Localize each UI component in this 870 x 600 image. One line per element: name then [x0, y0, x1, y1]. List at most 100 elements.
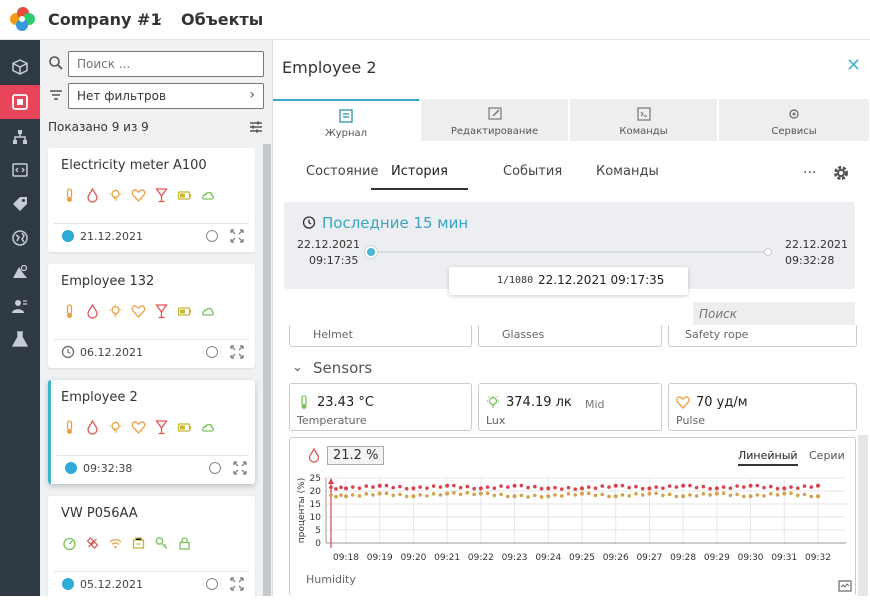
fullscreen-icon[interactable]	[229, 576, 245, 592]
data-point	[371, 485, 375, 489]
glasses-tile[interactable]: Glasses	[478, 325, 662, 347]
app-logo[interactable]	[8, 6, 36, 32]
data-point	[512, 494, 517, 499]
y-tick-label: 25	[310, 474, 321, 484]
sensors-group-header[interactable]: ⌄ Sensors	[292, 359, 372, 377]
hierarchy-icon[interactable]	[0, 120, 40, 154]
list-item[interactable]: Employee 2 09:32:38	[48, 380, 255, 484]
locate-icon[interactable]	[206, 230, 218, 242]
tab-edit[interactable]: Редактирование	[421, 99, 569, 141]
users-icon[interactable]	[0, 289, 40, 323]
top-bar: Company #1 ⌄ Объекты	[0, 0, 870, 40]
data-point	[526, 495, 530, 499]
satellite-icon	[85, 536, 100, 551]
temperature-name: Temperature	[297, 414, 367, 427]
objects-icon[interactable]	[0, 85, 40, 119]
lux-tile[interactable]: 374.19 лк Mid Lux	[478, 383, 662, 431]
fullscreen-icon[interactable]	[229, 344, 245, 360]
time-slider-track[interactable]	[370, 251, 768, 253]
data-point	[714, 486, 719, 491]
data-point	[674, 485, 679, 489]
data-point	[445, 483, 450, 488]
fullscreen-icon[interactable]	[229, 228, 245, 244]
time-slider-handle[interactable]	[365, 246, 377, 258]
safety-rope-tile[interactable]: Safety rope	[668, 325, 857, 347]
thermometer-icon	[62, 188, 77, 203]
geozone-icon[interactable]	[0, 255, 40, 289]
locate-icon[interactable]	[206, 578, 218, 590]
chevron-down-icon[interactable]: ⌄	[292, 360, 303, 375]
chevron-right-icon[interactable]: ›	[249, 87, 255, 103]
x-tick-label: 09:19	[367, 553, 393, 563]
data-point	[816, 494, 820, 499]
linear-view-button[interactable]: Линейный	[738, 449, 798, 466]
temperature-tile[interactable]: 23.43 °C Temperature	[289, 383, 472, 431]
more-icon[interactable]: ···	[803, 165, 816, 181]
humidity-chart[interactable]: 0 5 10 15 20 25 09:18 09:19 09:20 09:21 09:22 09:23…	[290, 466, 855, 574]
tab-journal[interactable]: Журнал	[273, 99, 420, 141]
subtab-state[interactable]: Состояние	[306, 164, 378, 190]
tag-icon[interactable]	[0, 187, 40, 221]
time-slider-end[interactable]	[764, 248, 772, 256]
pulse-tile[interactable]: 70 уд/м Pulse	[668, 383, 857, 431]
chart-expand-icon[interactable]	[838, 579, 852, 593]
data-point	[391, 485, 395, 490]
data-point	[377, 483, 382, 488]
time-range-label[interactable]: Последние 15 мин	[322, 214, 468, 232]
filter-field[interactable]	[68, 83, 264, 109]
tab-services[interactable]: Сервисы	[719, 99, 870, 141]
subtab-commands[interactable]: Команды	[596, 164, 659, 190]
close-icon[interactable]: ✕	[846, 57, 861, 75]
detail-scrollbar[interactable]	[858, 435, 868, 596]
chevron-down-icon[interactable]: ⌄	[153, 10, 164, 25]
subtab-history[interactable]: История	[371, 164, 468, 190]
x-tick-label: 09:25	[569, 553, 595, 563]
data-point	[478, 486, 483, 491]
data-point	[627, 494, 631, 498]
helmet-tile[interactable]: Helmet	[289, 325, 472, 347]
data-point	[775, 493, 780, 497]
bulb-icon	[108, 188, 123, 203]
cube-icon[interactable]	[0, 50, 40, 84]
globe-icon[interactable]	[0, 221, 40, 255]
tab-label: Команды	[619, 126, 668, 137]
clock-icon	[61, 345, 75, 359]
series-view-button[interactable]: Серии	[809, 449, 845, 462]
locate-icon[interactable]	[209, 462, 221, 474]
list-settings-icon[interactable]	[248, 119, 264, 135]
search-icon	[49, 56, 63, 70]
search-input[interactable]	[68, 51, 264, 77]
fullscreen-icon[interactable]	[232, 460, 248, 476]
data-point	[654, 491, 658, 496]
list-scrollbar[interactable]	[263, 144, 271, 596]
data-point	[391, 493, 395, 498]
subtab-events[interactable]: События	[503, 164, 562, 190]
nav-rail	[0, 40, 40, 596]
locate-icon[interactable]	[206, 346, 218, 358]
company-name[interactable]: Company #1	[48, 10, 162, 29]
battery-icon	[177, 188, 192, 203]
tab-commands[interactable]: Команды	[570, 99, 718, 141]
data-point	[499, 492, 503, 497]
sensor-search-input[interactable]	[699, 303, 849, 325]
data-point	[506, 485, 510, 489]
data-point	[647, 491, 652, 496]
data-point	[580, 486, 584, 491]
sensor-icons	[62, 303, 215, 322]
flask-icon[interactable]	[0, 322, 40, 356]
data-point	[802, 484, 807, 488]
code-icon[interactable]	[0, 153, 40, 187]
data-point	[384, 483, 389, 488]
list-item[interactable]: Electricity meter A100 21.12.2021	[48, 148, 255, 252]
list-item[interactable]: VW P056AA 05.12.2021	[48, 496, 255, 600]
filter-icon	[50, 90, 62, 100]
data-point	[553, 485, 557, 490]
data-point	[573, 487, 578, 491]
gear-icon[interactable]	[832, 164, 850, 182]
data-point	[688, 493, 692, 497]
sensor-icons	[62, 419, 215, 438]
data-point	[339, 485, 343, 490]
object-name: Electricity meter A100	[61, 158, 207, 173]
list-item[interactable]: Employee 132 06.12.2021	[48, 264, 255, 368]
data-point	[586, 491, 591, 496]
